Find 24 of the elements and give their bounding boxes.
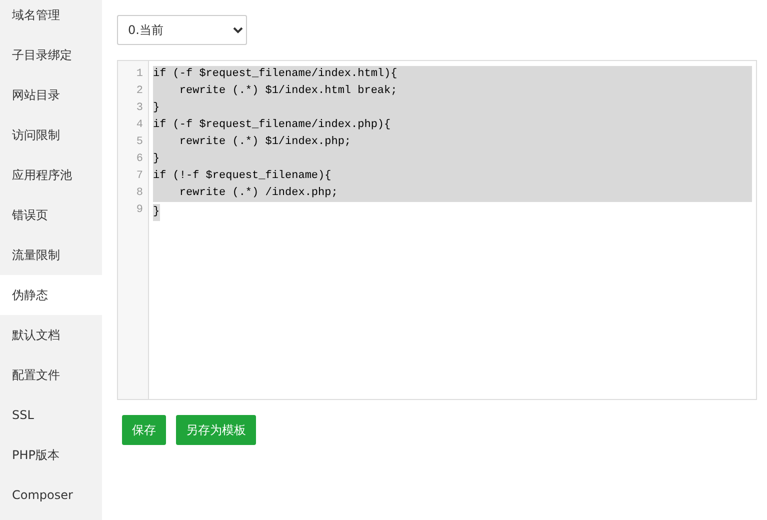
- line-number: 1: [135, 67, 144, 82]
- version-select[interactable]: 0.当前: [117, 15, 247, 45]
- line-number: 6: [135, 152, 144, 167]
- sidebar-item[interactable]: 配置文件: [0, 355, 102, 395]
- sidebar-item[interactable]: PHP版本: [0, 435, 102, 475]
- sidebar-item[interactable]: 流量限制: [0, 235, 102, 275]
- sidebar-item[interactable]: SSL: [0, 395, 102, 435]
- line-number: 8: [135, 186, 144, 201]
- sidebar-item[interactable]: 网站目录: [0, 75, 102, 115]
- sidebar-item[interactable]: Composer: [0, 475, 102, 515]
- line-number: 9: [135, 203, 144, 218]
- sidebar-item[interactable]: 访问限制: [0, 115, 102, 155]
- sidebar-item[interactable]: 伪静态: [0, 275, 102, 315]
- sidebar-item[interactable]: 域名管理: [0, 0, 102, 35]
- sidebar-item[interactable]: 默认文档: [0, 315, 102, 355]
- sidebar-item[interactable]: 子目录绑定: [0, 35, 102, 75]
- line-number: 4: [135, 118, 144, 133]
- code-editor[interactable]: [117, 60, 757, 400]
- sidebar-item[interactable]: 错误页: [0, 195, 102, 235]
- line-number: 2: [135, 84, 144, 99]
- line-number: 3: [135, 101, 144, 116]
- line-number: 5: [135, 135, 144, 150]
- line-number: 7: [135, 169, 144, 184]
- sidebar-item[interactable]: 应用程序池: [0, 155, 102, 195]
